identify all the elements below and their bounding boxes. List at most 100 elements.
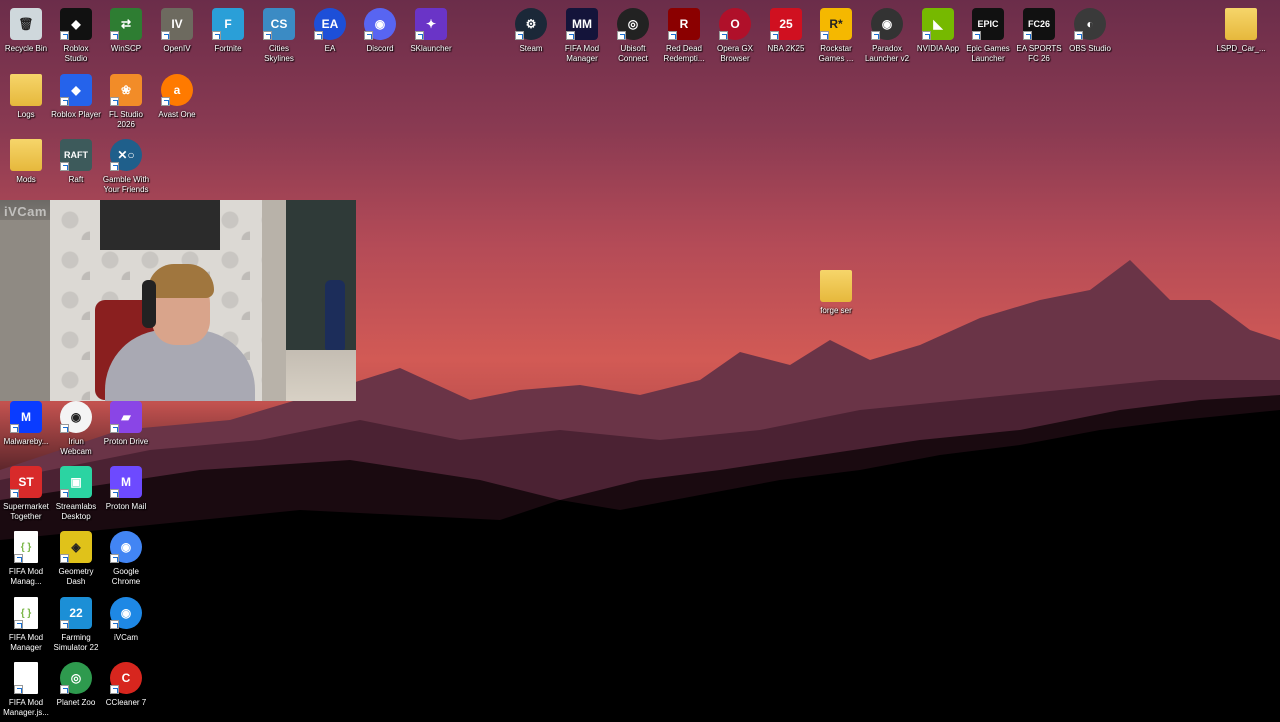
desktop-icon-proton-mail[interactable]: M Proton Mail	[100, 462, 152, 526]
desktop-icon-fortnite[interactable]: F Fortnite	[202, 4, 254, 68]
desktop-icon-label: EA	[324, 44, 336, 53]
desktop-icon-opera-gx-browser[interactable]: O Opera GX Browser	[709, 4, 761, 68]
desktop-icon-nba-2k25[interactable]: 25 NBA 2K25	[760, 4, 812, 68]
desktop-icon-label: Opera GX Browser	[716, 44, 753, 63]
farming-simulator-22-icon: 22	[60, 597, 92, 629]
desktop-icon-label: Supermarket Together	[3, 502, 49, 521]
webcam-headset	[142, 280, 156, 328]
ea-sports-fc-26-icon: FC26	[1023, 8, 1055, 40]
shortcut-arrow-icon	[871, 31, 880, 40]
shortcut-arrow-icon	[415, 31, 424, 40]
ea-icon: EA	[314, 8, 346, 40]
desktop-icon-roblox-player[interactable]: ◆ Roblox Player	[50, 70, 102, 134]
desktop-icon-label: Rockstar Games ...	[818, 44, 854, 63]
shortcut-arrow-icon	[60, 685, 69, 694]
desktop-icon-streamlabs-desktop[interactable]: ▣ Streamlabs Desktop	[50, 462, 102, 526]
gamble-with-your-friends-icon: ✕○	[110, 139, 142, 171]
desktop-icon-ccleaner-7[interactable]: C CCleaner 7	[100, 658, 152, 722]
desktop-icon-discord[interactable]: ◉ Discord	[354, 4, 406, 68]
red-dead-redempti-icon: R	[668, 8, 700, 40]
desktop-icon-red-dead-redempti[interactable]: R Red Dead Redempti...	[658, 4, 710, 68]
shortcut-arrow-icon	[566, 31, 575, 40]
shortcut-arrow-icon	[161, 31, 170, 40]
desktop-icon-epic-games-launcher[interactable]: EPIC Epic Games Launcher	[962, 4, 1014, 68]
desktop-icon-supermarket-together[interactable]: ST Supermarket Together	[0, 462, 52, 526]
desktop-icon-ea-sports-fc-26[interactable]: FC26 EA SPORTS FC 26	[1013, 4, 1065, 68]
desktop-icon-obs-studio[interactable]: ◐ OBS Studio	[1064, 4, 1116, 68]
shortcut-arrow-icon	[668, 31, 677, 40]
desktop-icon-proton-drive[interactable]: ▰ Proton Drive	[100, 397, 152, 461]
openiv-icon: IV	[161, 8, 193, 40]
shortcut-arrow-icon	[10, 489, 19, 498]
desktop-icon-openiv[interactable]: IV OpenIV	[151, 4, 203, 68]
opera-gx-browser-icon: O	[719, 8, 751, 40]
desktop-icon-label: Ubisoft Connect	[618, 44, 648, 63]
desktop-icon-label: Proton Mail	[105, 502, 147, 511]
shortcut-arrow-icon	[60, 554, 69, 563]
shortcut-arrow-icon	[263, 31, 272, 40]
shortcut-arrow-icon	[212, 31, 221, 40]
desktop-icon-label: iVCam	[113, 633, 138, 642]
desktop-icon-avast-one[interactable]: a Avast One	[151, 70, 203, 134]
shortcut-arrow-icon	[1074, 31, 1083, 40]
desktop-icon-google-chrome[interactable]: ◉ Google Chrome	[100, 527, 152, 591]
desktop-icon-label: NBA 2K25	[767, 44, 805, 53]
desktop-icon-fifa-mod-manag[interactable]: { } FIFA Mod Manag...	[0, 527, 52, 591]
shortcut-arrow-icon	[14, 685, 23, 694]
epic-games-launcher-icon: EPIC	[972, 8, 1004, 40]
discord-icon: ◉	[364, 8, 396, 40]
desktop-icon-label: CCleaner 7	[105, 698, 147, 707]
desktop-icon-cities-skylines[interactable]: CS Cities Skylines	[253, 4, 305, 68]
desktop-icon-sklauncher[interactable]: ✦ SKlauncher	[405, 4, 457, 68]
desktop-icon-logs[interactable]: Logs	[0, 70, 52, 134]
desktop-icon-iriun-webcam[interactable]: ◉ Iriun Webcam	[50, 397, 102, 461]
desktop-icon-label: Epic Games Launcher	[966, 44, 1010, 63]
webcam-bottle	[325, 280, 345, 350]
desktop-icon-fifa-mod-manager[interactable]: { } FIFA Mod Manager	[0, 593, 52, 657]
shortcut-arrow-icon	[110, 685, 119, 694]
desktop-icon-label: Cities Skylines	[264, 44, 294, 63]
desktop-icon-farming-simulator-22[interactable]: 22 Farming Simulator 22	[50, 593, 102, 657]
desktop-icon-fl-studio-2026[interactable]: ❀ FL Studio 2026	[100, 70, 152, 134]
desktop-icon-roblox-studio[interactable]: ◆ Roblox Studio	[50, 4, 102, 68]
desktop-icon-fifa-mod-manager-js[interactable]: FIFA Mod Manager.js...	[0, 658, 52, 722]
desktop-icon-recycle-bin[interactable]: 🗑 Recycle Bin	[0, 4, 52, 68]
nvidia-app-icon: ◣	[922, 8, 954, 40]
shortcut-arrow-icon	[14, 554, 23, 563]
desktop-icon-malwareby[interactable]: M Malwareby...	[0, 397, 52, 461]
desktop-icon-ubisoft-connect[interactable]: ◎ Ubisoft Connect	[607, 4, 659, 68]
desktop-icon-planet-zoo[interactable]: ◎ Planet Zoo	[50, 658, 102, 722]
desktop-icon-paradox-launcher-v2[interactable]: ◉ Paradox Launcher v2	[861, 4, 913, 68]
desktop-icon-geometry-dash[interactable]: ◈ Geometry Dash	[50, 527, 102, 591]
desktop-icon-label: Proton Drive	[103, 437, 149, 446]
desktop-icon-lspd-car[interactable]: LSPD_Car_...	[1215, 4, 1267, 68]
shortcut-arrow-icon	[515, 31, 524, 40]
desktop-icon-forge-ser[interactable]: forge ser	[810, 266, 862, 330]
desktop-icon-label: OpenIV	[163, 44, 191, 53]
desktop-icon-mods[interactable]: Mods	[0, 135, 52, 199]
desktop-icon-gamble-with-your-friends[interactable]: ✕○ Gamble With Your Friends	[100, 135, 152, 199]
desktop-icon-label: Roblox Studio	[63, 44, 89, 63]
desktop-icon-ivcam[interactable]: ◉ iVCam	[100, 593, 152, 657]
webcam-person-hair	[148, 264, 214, 298]
desktop-icon-label: Farming Simulator 22	[53, 633, 99, 652]
desktop-icon-winscp[interactable]: ⇄ WinSCP	[100, 4, 152, 68]
paradox-launcher-v2-icon: ◉	[871, 8, 903, 40]
raft-icon: RAFT	[60, 139, 92, 171]
desktop-icon-fifa-mod-manager[interactable]: MM FIFA Mod Manager	[556, 4, 608, 68]
webcam-curtain	[262, 200, 286, 401]
fifa-mod-manag-icon: { }	[14, 531, 38, 563]
desktop-icon-nvidia-app[interactable]: ◣ NVIDIA App	[912, 4, 964, 68]
desktop-icon-label: OBS Studio	[1069, 44, 1111, 53]
desktop-icon-label: Gamble With Your Friends	[102, 175, 150, 194]
desktop-icon-steam[interactable]: ⚙ Steam	[505, 4, 557, 68]
desktop-icon-label: FIFA Mod Manager	[564, 44, 600, 63]
desktop-icon-label: FIFA Mod Manager.js...	[3, 698, 49, 717]
desktop-icon-label: Red Dead Redempti...	[663, 44, 705, 63]
desktop-icon-ea[interactable]: EA EA	[304, 4, 356, 68]
shortcut-arrow-icon	[922, 31, 931, 40]
iriun-webcam-icon: ◉	[60, 401, 92, 433]
desktop-icon-raft[interactable]: RAFT Raft	[50, 135, 102, 199]
planet-zoo-icon: ◎	[60, 662, 92, 694]
desktop-icon-rockstar-games[interactable]: R* Rockstar Games ...	[810, 4, 862, 68]
